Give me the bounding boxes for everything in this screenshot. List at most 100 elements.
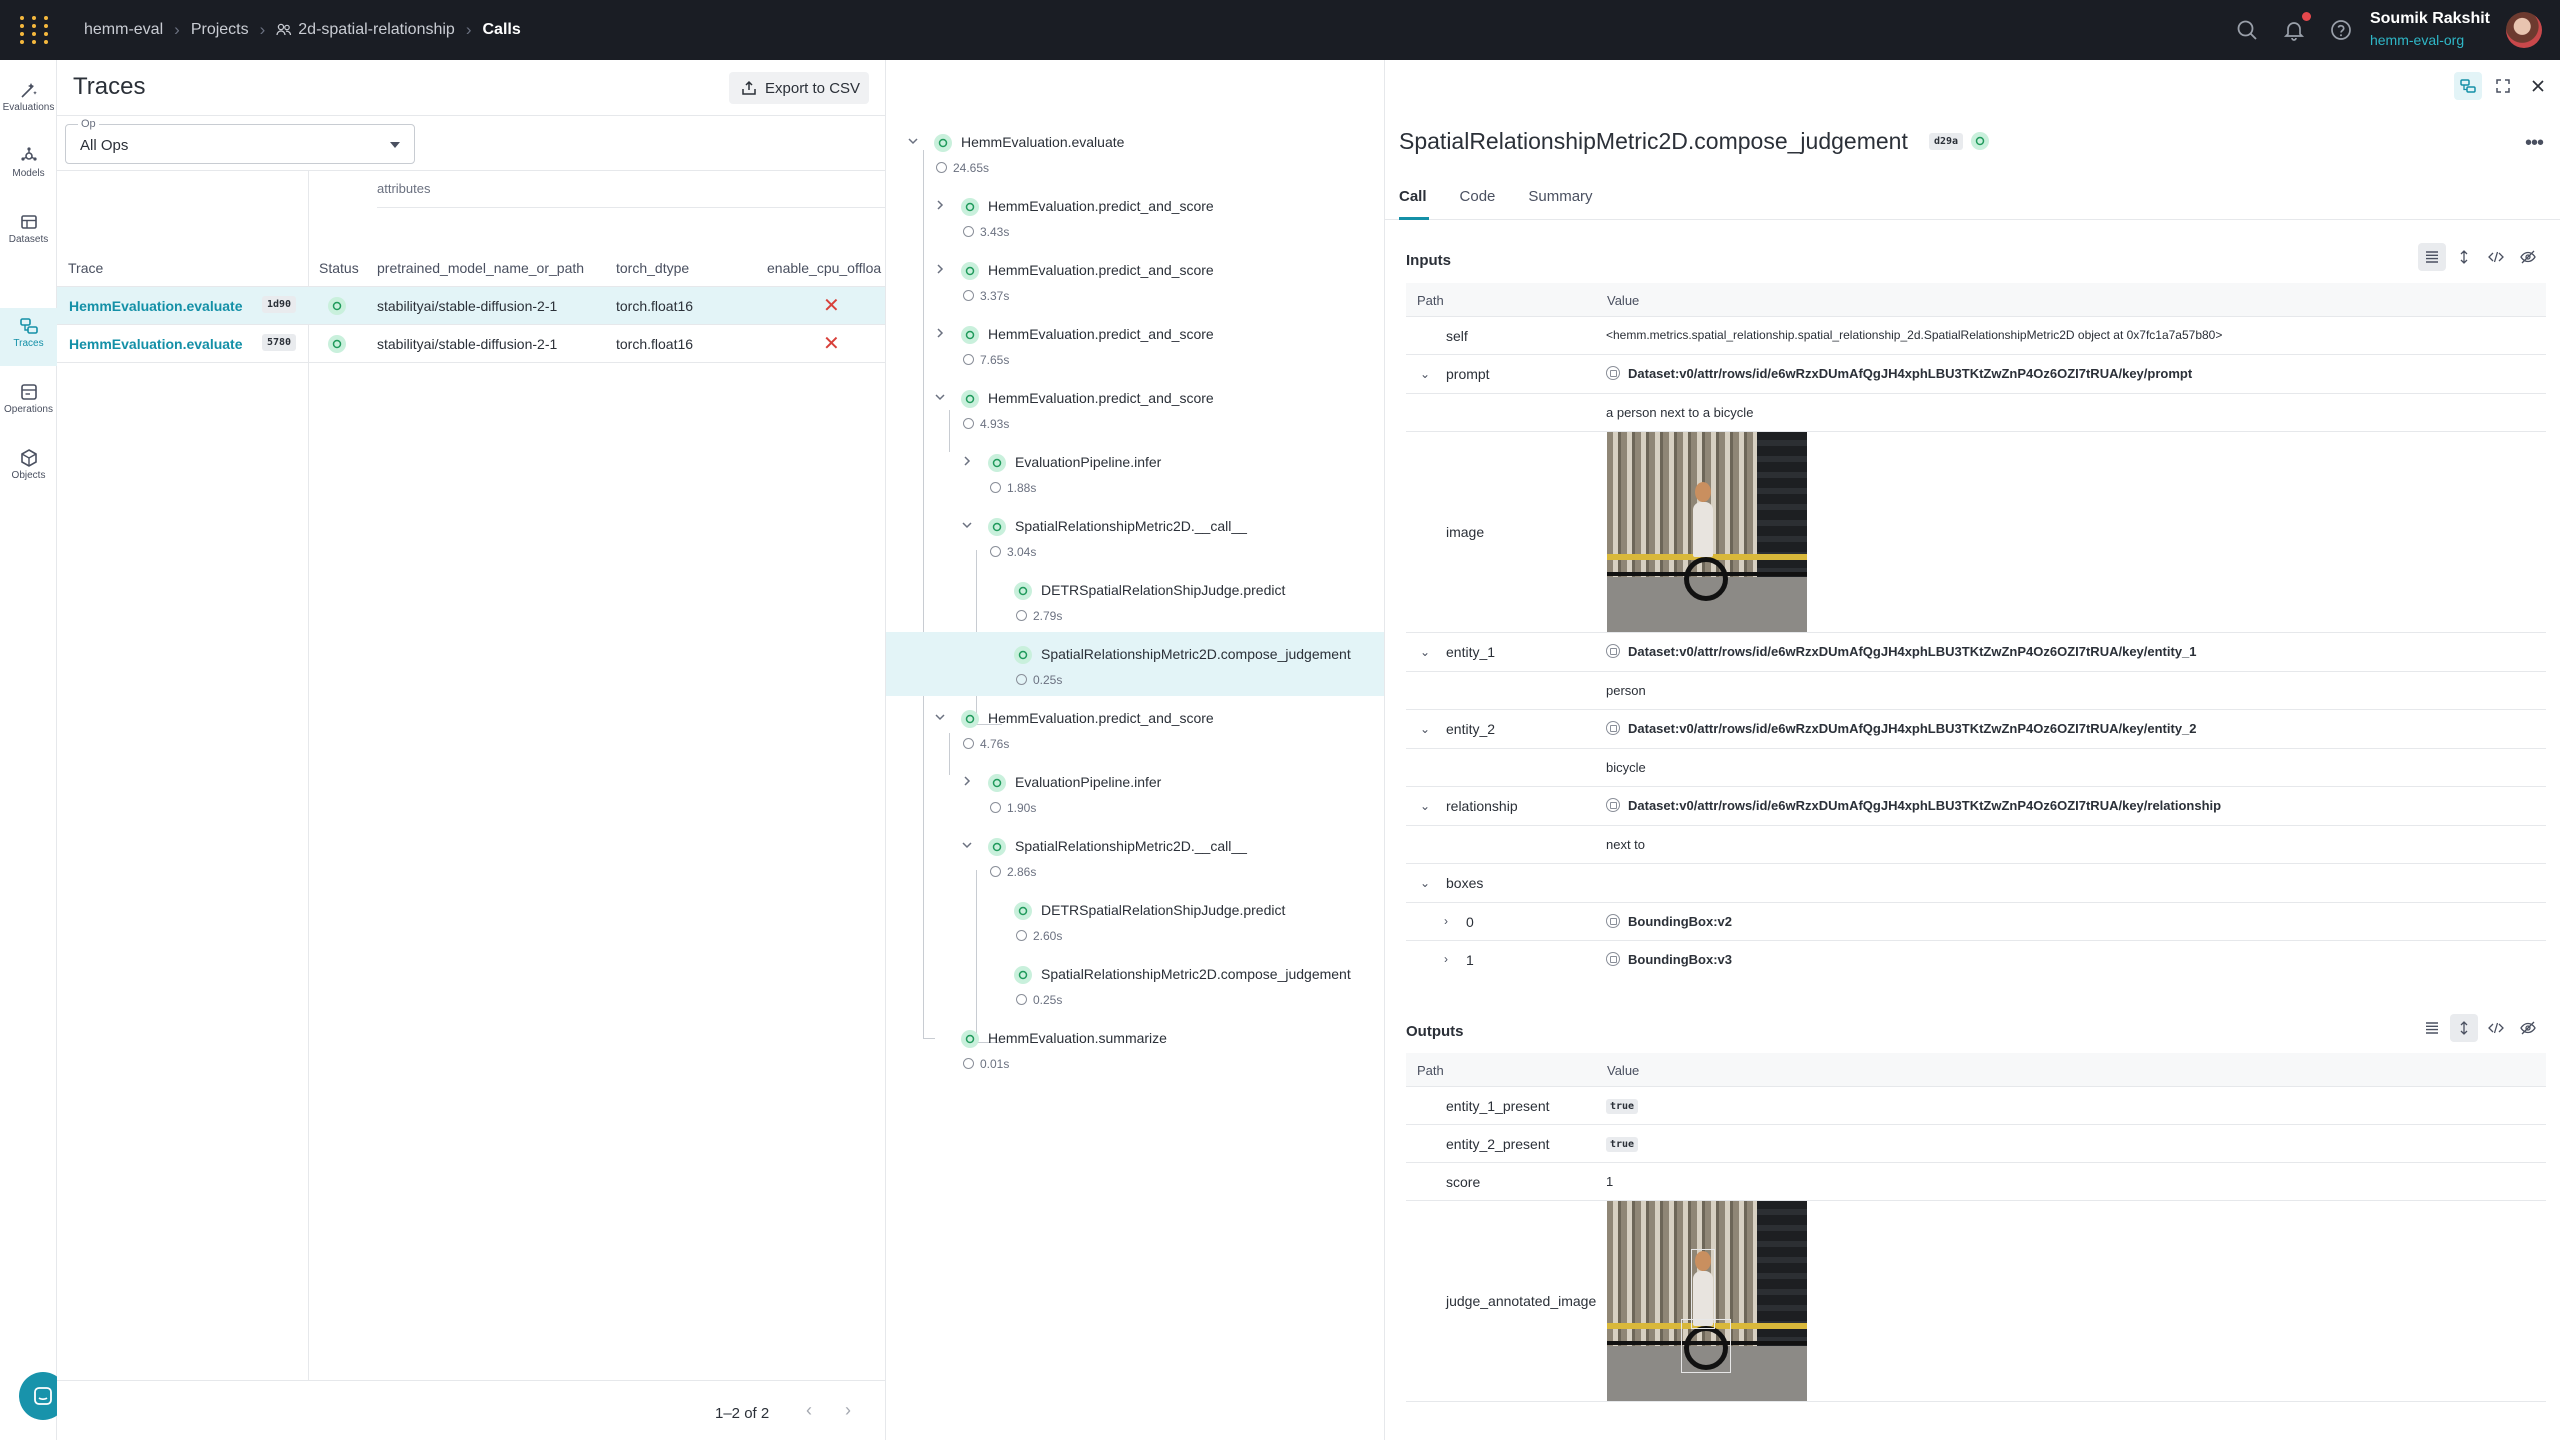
value-relationship-ref[interactable]: Dataset:v0/attr/rows/id/e6wRzxDUmAfQgJH4… bbox=[1606, 798, 2221, 813]
chevron-down-icon[interactable] bbox=[933, 390, 947, 404]
input-row-entity-2[interactable]: ⌄ entity_2 Dataset:v0/attr/rows/id/e6wRz… bbox=[1406, 710, 2546, 749]
chevron-down-icon[interactable]: ⌄ bbox=[1420, 876, 1430, 890]
user-menu[interactable]: Soumik Rakshit hemm-eval-org bbox=[2370, 10, 2490, 48]
prev-page-button[interactable]: ‹ bbox=[797, 1400, 821, 1424]
tree-node[interactable]: DETRSpatialRelationShipJudge.predict 2.60… bbox=[886, 888, 1384, 952]
tree-node[interactable]: SpatialRelationshipMetric2D.__call__ 3.04… bbox=[886, 504, 1384, 568]
table-view-icon[interactable] bbox=[2418, 243, 2446, 271]
next-page-button[interactable]: › bbox=[836, 1400, 860, 1424]
breadcrumb-project[interactable]: 2d-spatial-relationship bbox=[276, 21, 455, 39]
expand-rows-icon[interactable] bbox=[2450, 243, 2478, 271]
breadcrumb-project-label: 2d-spatial-relationship bbox=[298, 21, 455, 38]
nav-item-evaluations[interactable]: Evaluations bbox=[0, 72, 57, 122]
chevron-down-icon[interactable] bbox=[906, 134, 920, 148]
tree-node[interactable]: SpatialRelationshipMetric2D.compose_judg… bbox=[886, 952, 1384, 1016]
avatar[interactable] bbox=[2506, 12, 2542, 48]
tree-node[interactable]: SpatialRelationshipMetric2D.compose_judg… bbox=[886, 632, 1384, 696]
expand-rows-icon[interactable] bbox=[2450, 1014, 2478, 1042]
more-options-icon[interactable]: ••• bbox=[2525, 132, 2544, 155]
chevron-right-icon[interactable]: › bbox=[1444, 952, 1448, 966]
input-image[interactable] bbox=[1607, 432, 1807, 632]
column-header-trace[interactable]: Trace bbox=[68, 260, 103, 276]
export-csv-button[interactable]: Export to CSV bbox=[729, 72, 869, 104]
chevron-down-icon[interactable]: ⌄ bbox=[1420, 645, 1430, 659]
input-row-entity-1[interactable]: ⌄ entity_1 Dataset:v0/attr/rows/id/e6wRz… bbox=[1406, 633, 2546, 672]
success-status-icon bbox=[328, 297, 346, 315]
fullscreen-icon[interactable] bbox=[2489, 72, 2517, 100]
bell-icon[interactable] bbox=[2280, 12, 2311, 44]
close-icon[interactable] bbox=[2524, 72, 2552, 100]
chevron-right-icon[interactable] bbox=[960, 774, 974, 788]
hide-icon[interactable] bbox=[2514, 1014, 2542, 1042]
trace-link[interactable]: HemmEvaluation.evaluate bbox=[69, 298, 243, 314]
input-row-box-1[interactable]: › 1 BoundingBox:v3 bbox=[1406, 941, 2546, 979]
tree-node[interactable]: HemmEvaluation.predict_and_score 3.37s bbox=[886, 248, 1384, 312]
success-status-icon bbox=[1971, 132, 1989, 150]
value-score: 1 bbox=[1606, 1174, 1614, 1189]
chevron-down-icon[interactable]: ⌄ bbox=[1420, 799, 1430, 813]
table-row[interactable]: HemmEvaluation.evaluate 1d90 stabilityai… bbox=[57, 287, 885, 325]
chevron-down-icon[interactable]: ⌄ bbox=[1420, 722, 1430, 736]
hide-icon[interactable] bbox=[2514, 243, 2542, 271]
nav-item-objects[interactable]: Objects bbox=[0, 440, 57, 490]
tree-node[interactable]: EvaluationPipeline.infer 1.88s bbox=[886, 440, 1384, 504]
chevron-right-icon[interactable] bbox=[960, 454, 974, 468]
tree-node[interactable]: HemmEvaluation.predict_and_score 4.93s bbox=[886, 376, 1384, 440]
op-select[interactable]: Op All Ops bbox=[65, 118, 415, 164]
chevron-right-icon[interactable]: › bbox=[1444, 914, 1448, 928]
nav-item-operations[interactable]: Operations bbox=[0, 374, 57, 424]
tree-node-name: HemmEvaluation.predict_and_score bbox=[988, 326, 1214, 342]
nav-item-traces[interactable]: Traces bbox=[0, 308, 57, 366]
chevron-right-icon[interactable] bbox=[933, 262, 947, 276]
path-entity-1-present: entity_1_present bbox=[1446, 1098, 1550, 1114]
search-icon[interactable] bbox=[2233, 16, 2261, 44]
tab-code[interactable]: Code bbox=[1460, 188, 1496, 205]
chevron-right-icon[interactable] bbox=[933, 326, 947, 340]
tree-node[interactable]: SpatialRelationshipMetric2D.__call__ 2.86… bbox=[886, 824, 1384, 888]
column-header-model[interactable]: pretrained_model_name_or_path bbox=[377, 260, 584, 276]
chevron-down-icon[interactable] bbox=[933, 710, 947, 724]
table-view-icon[interactable] bbox=[2418, 1014, 2446, 1042]
value-box-1[interactable]: BoundingBox:v3 bbox=[1606, 952, 1732, 967]
value-entity-1-ref[interactable]: Dataset:v0/attr/rows/id/e6wRzxDUmAfQgJH4… bbox=[1606, 644, 2197, 659]
tree-node[interactable]: EvaluationPipeline.infer 1.90s bbox=[886, 760, 1384, 824]
chevron-right-icon[interactable] bbox=[933, 198, 947, 212]
chevron-down-icon[interactable]: ⌄ bbox=[1420, 367, 1430, 381]
tree-node[interactable]: HemmEvaluation.summarize 0.01s bbox=[886, 1016, 1384, 1080]
trace-link[interactable]: HemmEvaluation.evaluate bbox=[69, 336, 243, 352]
tab-summary[interactable]: Summary bbox=[1528, 188, 1592, 205]
nav-item-datasets[interactable]: Datasets bbox=[0, 204, 57, 254]
column-header-offload[interactable]: enable_cpu_offloa bbox=[767, 260, 885, 276]
tree-node-duration: 1.90s bbox=[990, 801, 1036, 815]
success-status-icon bbox=[988, 774, 1006, 792]
breadcrumb-entity[interactable]: hemm-eval bbox=[84, 21, 163, 39]
help-icon[interactable] bbox=[2327, 16, 2355, 44]
tree-node[interactable]: HemmEvaluation.predict_and_score 7.65s bbox=[886, 312, 1384, 376]
code-view-icon[interactable] bbox=[2482, 1014, 2510, 1042]
tree-view-toggle-icon[interactable] bbox=[2454, 72, 2482, 100]
chevron-down-icon[interactable] bbox=[960, 518, 974, 532]
judge-annotated-image[interactable] bbox=[1607, 1201, 1807, 1401]
tree-node[interactable]: DETRSpatialRelationShipJudge.predict 2.79… bbox=[886, 568, 1384, 632]
app-logo-icon[interactable] bbox=[20, 16, 48, 44]
value-entity-2-present: true bbox=[1606, 1135, 1639, 1152]
input-row-box-0[interactable]: › 0 BoundingBox:v2 bbox=[1406, 903, 2546, 941]
people-icon bbox=[276, 23, 292, 36]
value-entity-2-ref[interactable]: Dataset:v0/attr/rows/id/e6wRzxDUmAfQgJH4… bbox=[1606, 721, 2197, 736]
input-row-boxes[interactable]: ⌄ boxes bbox=[1406, 864, 2546, 903]
table-row[interactable]: HemmEvaluation.evaluate 5780 stabilityai… bbox=[57, 325, 885, 363]
nav-item-models[interactable]: Models bbox=[0, 138, 57, 188]
tree-node[interactable]: HemmEvaluation.predict_and_score 3.43s bbox=[886, 184, 1384, 248]
breadcrumb-projects[interactable]: Projects bbox=[191, 21, 249, 39]
code-view-icon[interactable] bbox=[2482, 243, 2510, 271]
column-header-status[interactable]: Status bbox=[319, 260, 359, 276]
tree-node[interactable]: HemmEvaluation.predict_and_score 4.76s bbox=[886, 696, 1384, 760]
tree-node[interactable]: HemmEvaluation.evaluate 24.65s bbox=[886, 120, 1384, 184]
value-box-0[interactable]: BoundingBox:v2 bbox=[1606, 914, 1732, 929]
input-row-prompt[interactable]: ⌄ prompt Dataset:v0/attr/rows/id/e6wRzxD… bbox=[1406, 355, 2546, 394]
chevron-down-icon[interactable] bbox=[960, 838, 974, 852]
input-row-relationship[interactable]: ⌄ relationship Dataset:v0/attr/rows/id/e… bbox=[1406, 787, 2546, 826]
value-prompt-ref[interactable]: Dataset:v0/attr/rows/id/e6wRzxDUmAfQgJH4… bbox=[1606, 366, 2192, 381]
tab-call[interactable]: Call bbox=[1399, 188, 1427, 205]
column-header-dtype[interactable]: torch_dtype bbox=[616, 260, 689, 276]
